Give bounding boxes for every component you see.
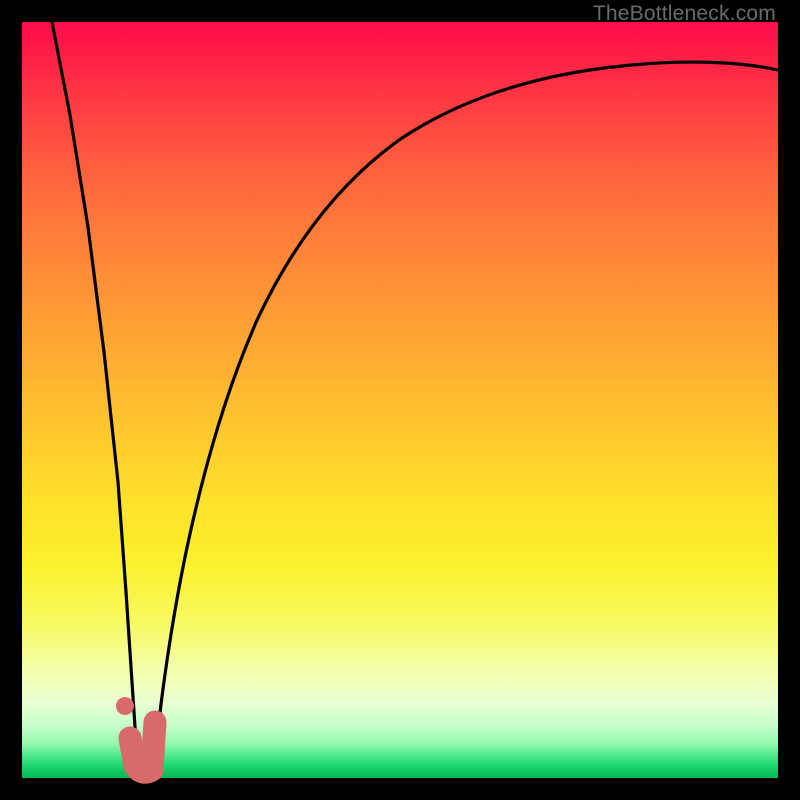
curve-right xyxy=(154,62,778,770)
marker-hook xyxy=(130,722,155,772)
curve-left xyxy=(52,22,140,767)
marker-dot xyxy=(116,697,134,715)
outer-frame: TheBottleneck.com xyxy=(0,0,800,800)
watermark-text: TheBottleneck.com xyxy=(593,2,776,26)
plot-area xyxy=(22,22,778,778)
curve-layer xyxy=(22,22,778,778)
